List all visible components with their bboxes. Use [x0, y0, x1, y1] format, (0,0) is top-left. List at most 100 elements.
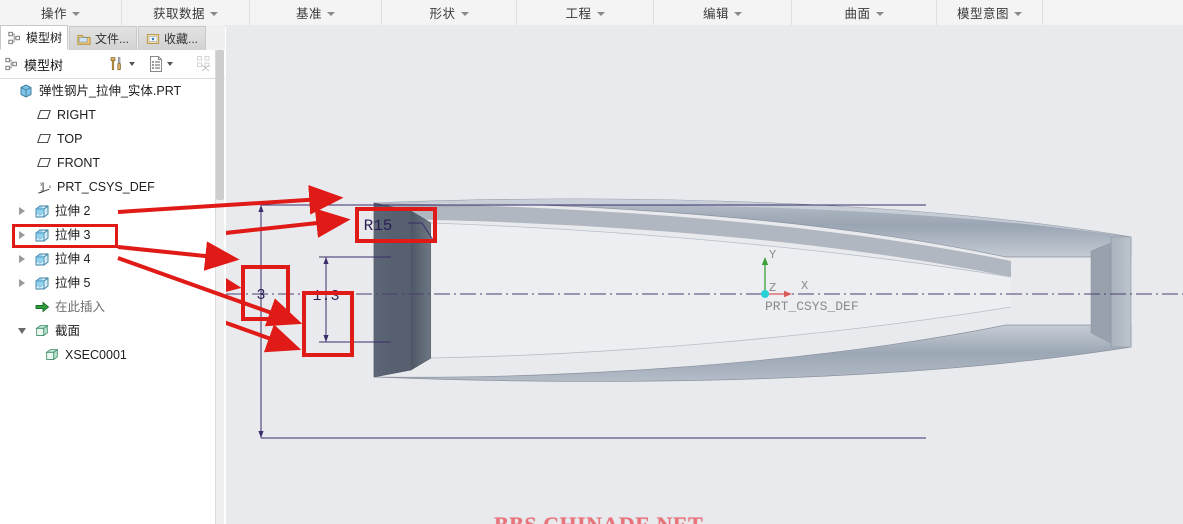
annotation-arrow-to-radius: [226, 208, 351, 238]
dim-arrow-top: [258, 205, 264, 212]
chevron-right-icon: [19, 231, 25, 239]
tree-item-label: 拉伸 5: [55, 276, 91, 290]
ribbon-group-label: 形状: [429, 7, 456, 21]
tree-item-label: 在此插入: [55, 300, 106, 314]
tree-item-xsec0001[interactable]: XSEC0001: [0, 343, 225, 367]
chevron-right-icon: [19, 279, 25, 287]
list-document-icon: [150, 56, 162, 72]
dimension-value-thickness[interactable]: 1.3: [312, 288, 339, 305]
chevron-down-icon: [875, 11, 884, 16]
tree-item-right[interactable]: RIGHT: [0, 103, 225, 127]
expander-collapsed[interactable]: [16, 247, 28, 271]
graphics-viewport[interactable]: 3 1.3 R15 Y X Z PRT_CSYS_DEF: [226, 25, 1183, 524]
tree-item-extrude-4[interactable]: 拉伸 4: [0, 247, 225, 271]
extrude-icon: [35, 205, 49, 218]
svg-text:x: x: [48, 185, 51, 190]
datum-plane-icon: [37, 110, 51, 120]
expander-expanded[interactable]: [16, 319, 28, 343]
chevron-down-icon: [210, 11, 218, 16]
ribbon-group-7[interactable]: 模型意图: [937, 0, 1043, 25]
tree-item-extrude-3[interactable]: 拉伸 3: [0, 223, 225, 247]
chevron-down-icon: [72, 11, 80, 16]
tab-favorites[interactable]: 收藏...: [138, 26, 206, 50]
svg-text:y: y: [40, 182, 43, 187]
tab-files[interactable]: 文件...: [69, 26, 137, 50]
panel-tabstrip: 模型树 文件... 收藏...: [0, 25, 225, 51]
dim-arrow-thk-top: [323, 257, 329, 264]
model-right-inner-face: [1090, 242, 1112, 344]
tree-filter-button[interactable]: [196, 54, 214, 74]
csys-z-origin: [761, 290, 769, 298]
tree-item-insert-here[interactable]: 在此插入: [0, 295, 225, 319]
scrollbar-thumb[interactable]: [216, 50, 224, 200]
tree-item-part[interactable]: 弹性钢片_拉伸_实体.PRT: [0, 79, 225, 103]
datum-plane-icon: [37, 134, 51, 144]
chevron-down-icon: [734, 11, 742, 16]
section-icon: [35, 324, 49, 337]
expander-placeholder: [24, 103, 36, 127]
ribbon-group-2[interactable]: 基准: [250, 0, 382, 25]
tab-model-tree[interactable]: 模型树: [0, 25, 68, 50]
tools-settings-button[interactable]: [108, 54, 135, 74]
model-tree-icon: [5, 57, 17, 71]
chevron-down-icon: [460, 11, 469, 16]
ribbon-group-label: 编辑: [702, 7, 729, 21]
panel-title: 模型树: [24, 58, 64, 73]
chevron-down-icon: [327, 11, 335, 16]
tree-item-prt-csys-def[interactable]: y z x PRT_CSYS_DEF: [0, 175, 225, 199]
tree-item-label: TOP: [57, 132, 83, 146]
ribbon-group-3[interactable]: 形状: [382, 0, 517, 25]
tree-vertical-scrollbar[interactable]: [215, 50, 224, 524]
ribbon-group-4[interactable]: 工程: [517, 0, 654, 25]
chevron-right-icon: [19, 207, 25, 215]
tree-item-extrude-5[interactable]: 拉伸 5: [0, 271, 225, 295]
dimension-value-radius[interactable]: R15: [364, 217, 393, 235]
chevron-down-icon: [167, 62, 173, 66]
chevron-down-icon: [18, 328, 26, 334]
insert-here-icon: [35, 301, 50, 313]
tree-item-front[interactable]: FRONT: [0, 151, 225, 175]
tree-item-label: PRT_CSYS_DEF: [57, 180, 155, 194]
chevron-down-icon: [1014, 11, 1022, 16]
watermark-text: BBS.CHINADE.NET: [494, 512, 703, 524]
tab-label: 收藏...: [164, 32, 199, 46]
tree-item-label: 拉伸 2: [55, 204, 91, 218]
dim-arrow-thk-bottom: [323, 335, 329, 342]
ribbon-group-label: 基准: [295, 7, 322, 21]
ribbon-group-1[interactable]: 获取数据: [122, 0, 250, 25]
expander-placeholder: [24, 175, 36, 199]
ribbon-group-6[interactable]: 曲面: [792, 0, 937, 25]
extrude-icon: [35, 229, 49, 242]
expander-placeholder: [6, 79, 18, 103]
model-right-end-face: [1110, 236, 1132, 348]
expander-placeholder: [24, 127, 36, 151]
ribbon-group-filler: [1043, 0, 1183, 25]
extrude-icon: [35, 277, 49, 290]
expander-collapsed[interactable]: [16, 271, 28, 295]
display-settings-button[interactable]: [148, 54, 173, 74]
extrude-icon: [35, 253, 49, 266]
expander-collapsed[interactable]: [16, 199, 28, 223]
model-tree-panel: 模型树 文件... 收藏... 模型树 弹性钢片_拉伸_实体.PRT RIGHT…: [0, 25, 225, 524]
expander-collapsed[interactable]: [16, 223, 28, 247]
tab-label: 模型树: [26, 31, 63, 45]
tree-item-label: XSEC0001: [65, 348, 127, 362]
chevron-right-icon: [19, 255, 25, 263]
dimension-value-overall-height[interactable]: 3: [256, 287, 265, 304]
ribbon-toolbar: 操作 获取数据 基准 形状 工程 编辑 曲面 模型意图: [0, 0, 1183, 26]
part-icon: [20, 84, 32, 98]
csys-x-label: X: [801, 279, 808, 293]
tree-item-sections[interactable]: 截面: [0, 319, 225, 343]
tree-item-label: FRONT: [57, 156, 101, 170]
tree-item-top[interactable]: TOP: [0, 127, 225, 151]
folder-icon: [77, 34, 91, 45]
ribbon-group-5[interactable]: 编辑: [654, 0, 792, 25]
tree-item-extrude-2[interactable]: 拉伸 2: [0, 199, 225, 223]
model-tree-icon: [8, 31, 20, 44]
model-tree-list[interactable]: 弹性钢片_拉伸_实体.PRT RIGHT TOP FRONT y z x PRT…: [0, 79, 225, 524]
csys-name-label: PRT_CSYS_DEF: [765, 299, 859, 314]
tab-label: 文件...: [95, 32, 130, 46]
favorites-icon: [146, 33, 160, 44]
tree-filter-icon: [197, 56, 210, 72]
ribbon-group-0[interactable]: 操作: [0, 0, 122, 25]
